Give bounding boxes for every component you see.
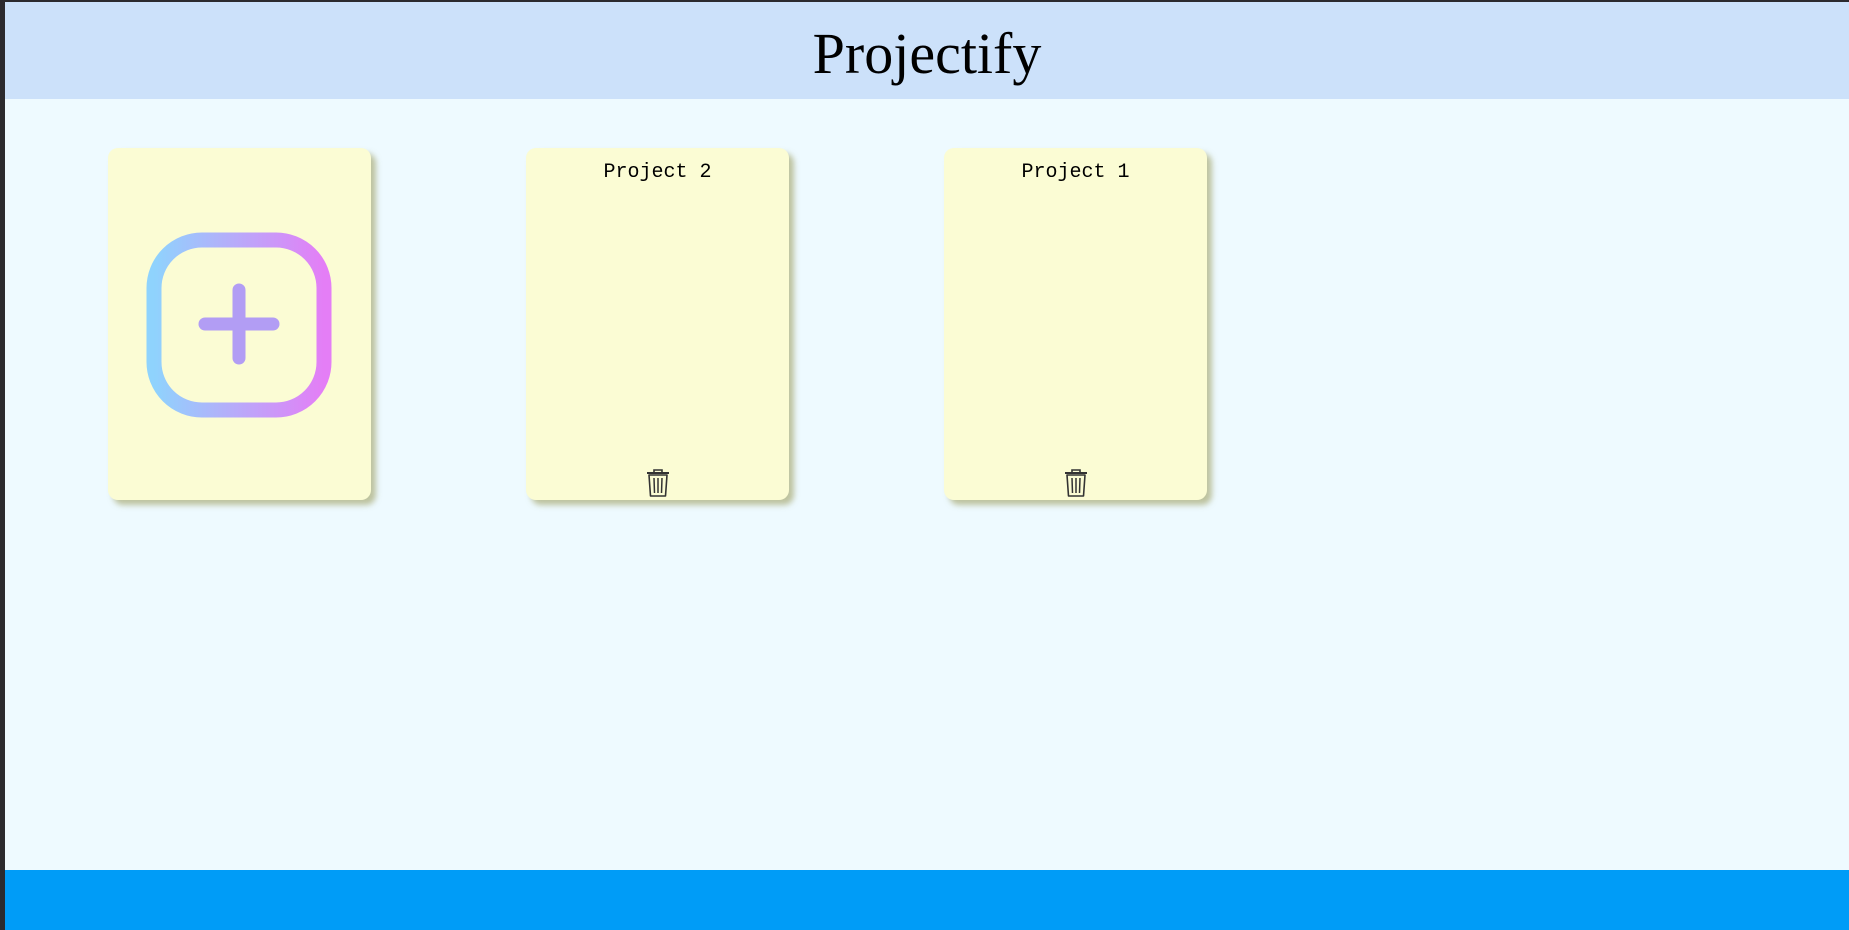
- app-header: Projectify: [5, 2, 1849, 99]
- project-card[interactable]: Project 2: [526, 148, 789, 500]
- add-project-card[interactable]: [108, 148, 371, 500]
- trash-icon[interactable]: [644, 468, 672, 498]
- app-window: Projectify Project 2 Project 1: [5, 2, 1849, 930]
- trash-icon[interactable]: [1062, 468, 1090, 498]
- plus-square-icon[interactable]: [146, 232, 332, 418]
- app-title: Projectify: [812, 21, 1042, 86]
- project-title: Project 2: [603, 161, 712, 184]
- project-card[interactable]: Project 1: [944, 148, 1207, 500]
- app-footer: [5, 870, 1849, 930]
- project-title: Project 1: [1021, 161, 1130, 184]
